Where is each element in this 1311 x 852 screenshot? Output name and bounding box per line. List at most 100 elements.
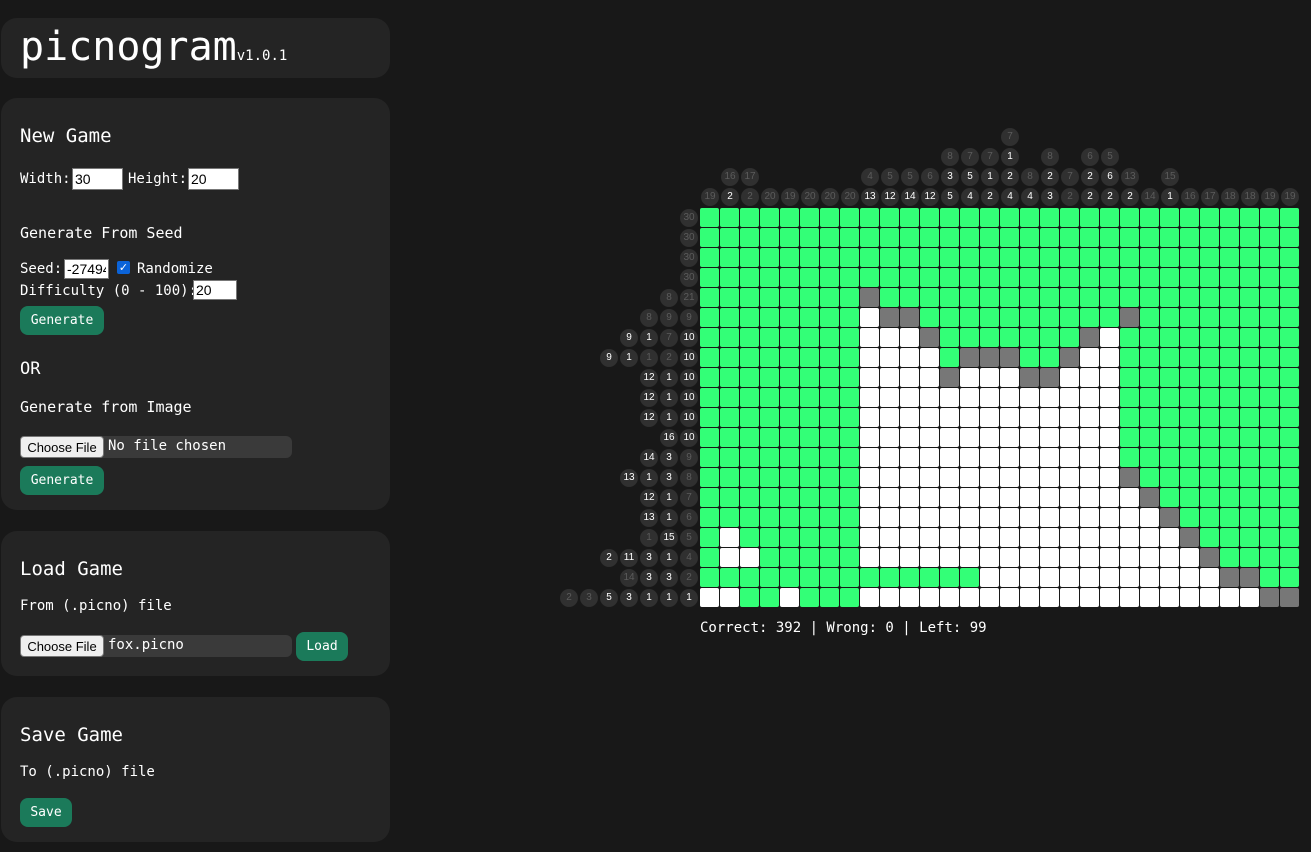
grid-cell[interactable] xyxy=(1160,548,1179,567)
grid-cell[interactable] xyxy=(800,268,819,287)
grid-cell[interactable] xyxy=(740,528,759,547)
grid-cell[interactable] xyxy=(1220,488,1239,507)
grid-cell[interactable] xyxy=(720,588,739,607)
grid-cell[interactable] xyxy=(1280,388,1299,407)
grid-cell[interactable] xyxy=(1260,328,1279,347)
grid-cell[interactable] xyxy=(780,468,799,487)
grid-cell[interactable] xyxy=(1060,348,1079,367)
grid-cell[interactable] xyxy=(1240,348,1259,367)
grid-cell[interactable] xyxy=(880,508,899,527)
grid-cell[interactable] xyxy=(1240,368,1259,387)
grid-cell[interactable] xyxy=(980,388,999,407)
grid-cell[interactable] xyxy=(1080,388,1099,407)
grid-cell[interactable] xyxy=(920,408,939,427)
grid-cell[interactable] xyxy=(900,528,919,547)
grid-cell[interactable] xyxy=(840,528,859,547)
grid-cell[interactable] xyxy=(820,368,839,387)
grid-cell[interactable] xyxy=(1260,568,1279,587)
grid-cell[interactable] xyxy=(1000,308,1019,327)
grid-cell[interactable] xyxy=(720,548,739,567)
grid-cell[interactable] xyxy=(920,428,939,447)
grid-cell[interactable] xyxy=(1220,428,1239,447)
grid-cell[interactable] xyxy=(700,328,719,347)
grid-cell[interactable] xyxy=(1200,348,1219,367)
grid-cell[interactable] xyxy=(1200,328,1219,347)
grid-cell[interactable] xyxy=(860,388,879,407)
grid-cell[interactable] xyxy=(1280,288,1299,307)
grid-cell[interactable] xyxy=(840,388,859,407)
grid-cell[interactable] xyxy=(700,428,719,447)
grid-cell[interactable] xyxy=(760,408,779,427)
grid-cell[interactable] xyxy=(920,448,939,467)
grid-cell[interactable] xyxy=(1140,308,1159,327)
grid-cell[interactable] xyxy=(1220,208,1239,227)
grid-cell[interactable] xyxy=(800,428,819,447)
grid-cell[interactable] xyxy=(880,568,899,587)
grid-cell[interactable] xyxy=(1000,448,1019,467)
grid-cell[interactable] xyxy=(980,328,999,347)
grid-cell[interactable] xyxy=(840,228,859,247)
grid-cell[interactable] xyxy=(1200,568,1219,587)
grid-cell[interactable] xyxy=(940,488,959,507)
grid-cell[interactable] xyxy=(740,208,759,227)
grid-cell[interactable] xyxy=(880,208,899,227)
grid-cell[interactable] xyxy=(780,448,799,467)
grid-cell[interactable] xyxy=(780,268,799,287)
grid-cell[interactable] xyxy=(900,428,919,447)
grid-cell[interactable] xyxy=(1080,488,1099,507)
grid-cell[interactable] xyxy=(700,568,719,587)
grid-cell[interactable] xyxy=(1140,548,1159,567)
grid-cell[interactable] xyxy=(700,528,719,547)
grid-cell[interactable] xyxy=(880,308,899,327)
grid-cell[interactable] xyxy=(1080,528,1099,547)
grid-cell[interactable] xyxy=(1120,408,1139,427)
grid-cell[interactable] xyxy=(1280,248,1299,267)
grid-cell[interactable] xyxy=(960,508,979,527)
grid-cell[interactable] xyxy=(1160,248,1179,267)
grid-cell[interactable] xyxy=(1000,428,1019,447)
grid-cell[interactable] xyxy=(860,408,879,427)
grid-cell[interactable] xyxy=(880,248,899,267)
grid-cell[interactable] xyxy=(1120,228,1139,247)
grid-cell[interactable] xyxy=(960,288,979,307)
grid-cell[interactable] xyxy=(1220,308,1239,327)
grid-cell[interactable] xyxy=(1280,568,1299,587)
grid-cell[interactable] xyxy=(1160,368,1179,387)
grid-cell[interactable] xyxy=(780,488,799,507)
grid-cell[interactable] xyxy=(840,508,859,527)
grid-cell[interactable] xyxy=(980,508,999,527)
grid-cell[interactable] xyxy=(1240,528,1259,547)
grid-cell[interactable] xyxy=(1100,368,1119,387)
grid-cell[interactable] xyxy=(940,388,959,407)
grid-cell[interactable] xyxy=(1200,208,1219,227)
grid-cell[interactable] xyxy=(700,208,719,227)
grid-cell[interactable] xyxy=(800,468,819,487)
grid-cell[interactable] xyxy=(800,348,819,367)
grid-cell[interactable] xyxy=(1160,508,1179,527)
grid-cell[interactable] xyxy=(980,468,999,487)
grid-cell[interactable] xyxy=(740,348,759,367)
grid-cell[interactable] xyxy=(1120,208,1139,227)
grid-cell[interactable] xyxy=(820,508,839,527)
grid-cell[interactable] xyxy=(1200,288,1219,307)
grid-cell[interactable] xyxy=(1080,408,1099,427)
grid-cell[interactable] xyxy=(940,408,959,427)
grid-cell[interactable] xyxy=(900,568,919,587)
grid-cell[interactable] xyxy=(1080,368,1099,387)
grid-cell[interactable] xyxy=(1180,488,1199,507)
grid-cell[interactable] xyxy=(1020,388,1039,407)
grid-cell[interactable] xyxy=(1160,488,1179,507)
grid-cell[interactable] xyxy=(700,388,719,407)
grid-cell[interactable] xyxy=(1160,268,1179,287)
grid-cell[interactable] xyxy=(840,308,859,327)
grid-cell[interactable] xyxy=(1180,348,1199,367)
grid-cell[interactable] xyxy=(1040,288,1059,307)
grid-cell[interactable] xyxy=(940,248,959,267)
grid-cell[interactable] xyxy=(880,528,899,547)
grid-cell[interactable] xyxy=(940,368,959,387)
grid-cell[interactable] xyxy=(1180,388,1199,407)
grid-cell[interactable] xyxy=(820,308,839,327)
grid-cell[interactable] xyxy=(1200,408,1219,427)
grid-cell[interactable] xyxy=(1280,408,1299,427)
grid-cell[interactable] xyxy=(960,308,979,327)
